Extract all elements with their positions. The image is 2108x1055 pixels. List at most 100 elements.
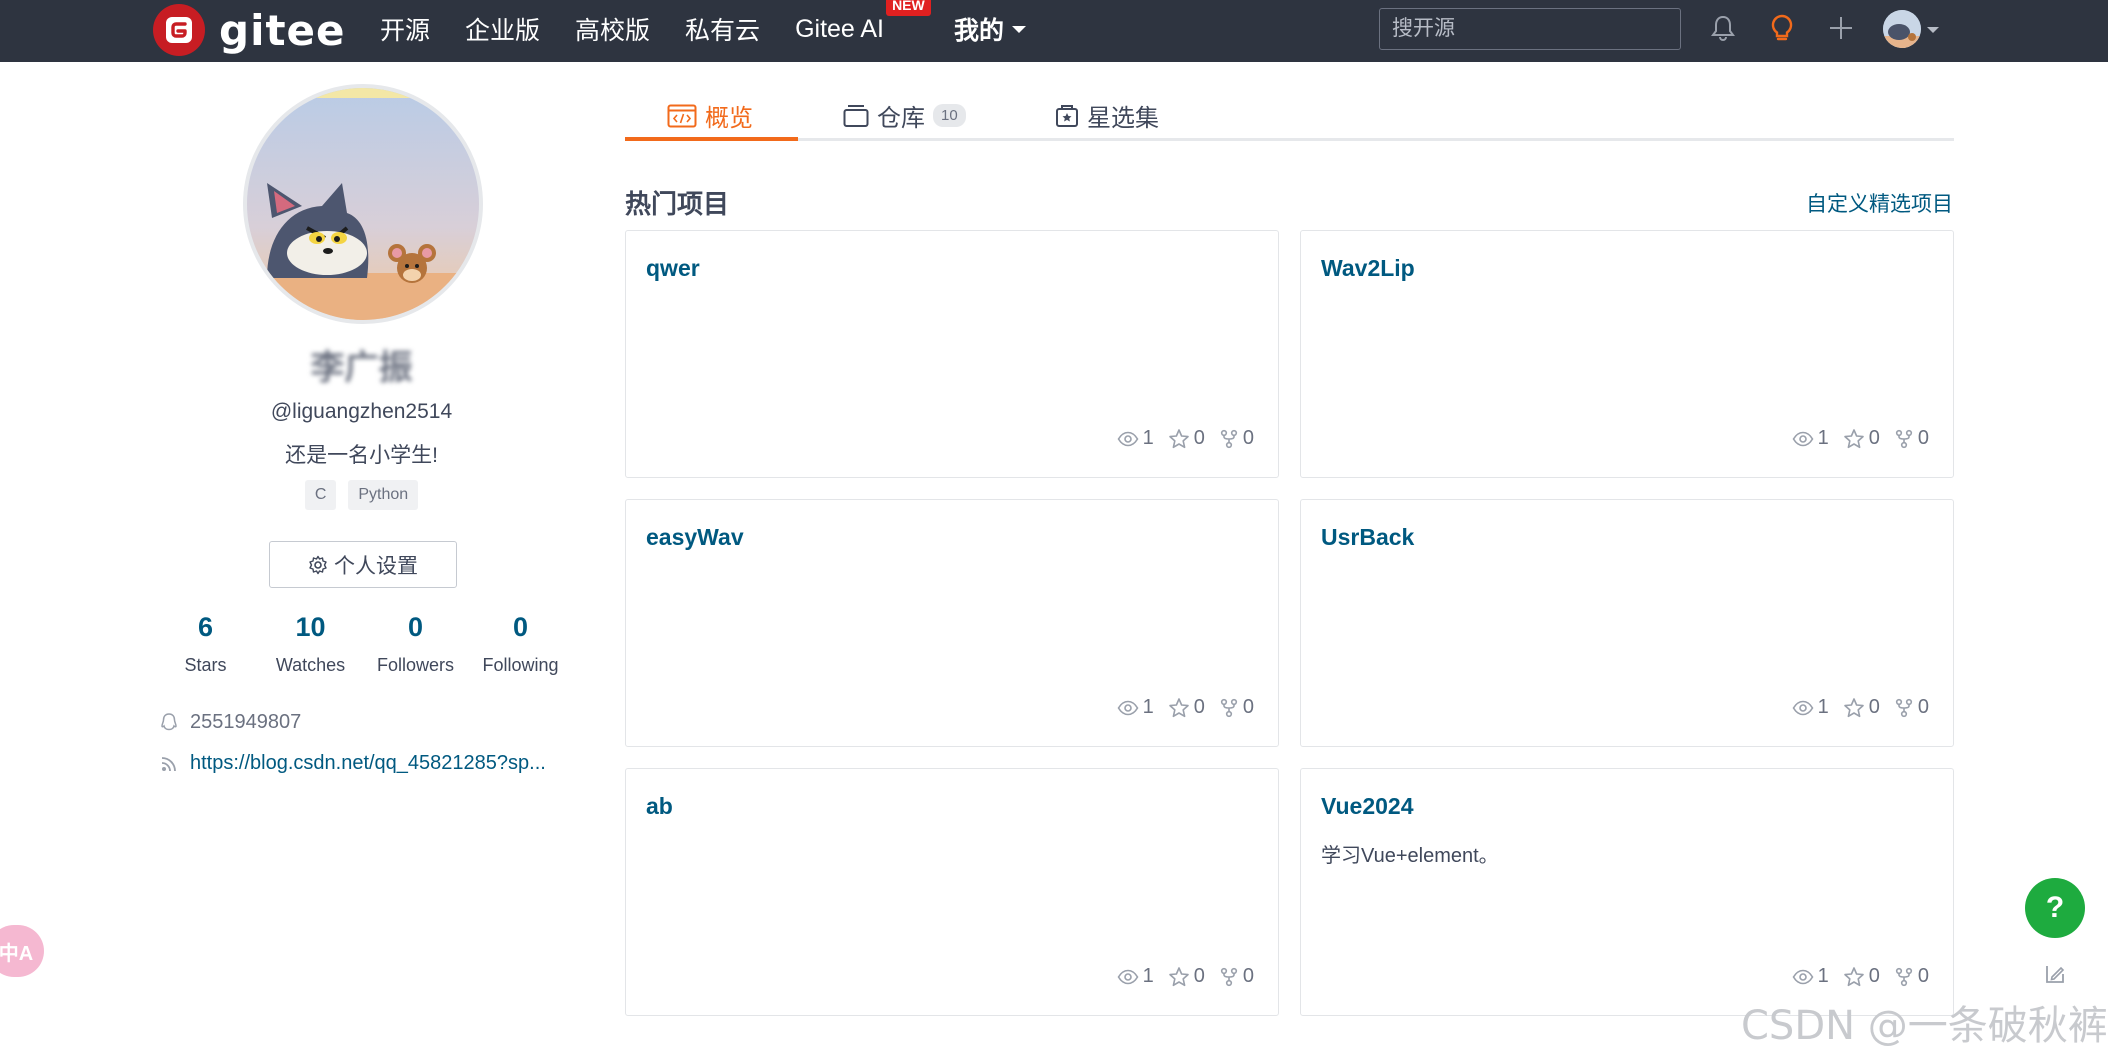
nav-gitee-ai[interactable]: Gitee AI NEW: [795, 0, 931, 44]
edit-note-icon: [2046, 966, 2065, 983]
tab-overview[interactable]: 概览: [667, 90, 753, 141]
stat-number: 0: [512, 612, 529, 642]
profile-bio: 还是一名小学生!: [285, 444, 438, 467]
stat-number: 6: [197, 612, 214, 642]
views-stat: 1: [1792, 965, 1829, 988]
views-count: 1: [1817, 965, 1829, 987]
translate-button[interactable]: 中A: [0, 925, 44, 977]
views-count: 1: [1142, 696, 1154, 718]
gitee-logo[interactable]: gitee: [153, 4, 346, 56]
project-card[interactable]: qwer 1 0 0: [625, 230, 1279, 478]
star-icon: [1843, 428, 1864, 448]
eye-icon: [1792, 431, 1814, 446]
top-navbar: gitee 开源 企业版 高校版 私有云 Gitee AI NEW 我的: [0, 0, 2108, 62]
views-stat: 1: [1792, 696, 1829, 719]
views-count: 1: [1142, 427, 1154, 449]
project-name[interactable]: Vue2024: [1321, 793, 1414, 820]
stars-count: 0: [1193, 427, 1205, 449]
language-tags: C Python: [240, 480, 483, 510]
qq-contact: 2551949807: [160, 711, 301, 734]
project-stats: 1 0 0: [1778, 427, 1929, 450]
search-input[interactable]: [1379, 8, 1681, 50]
language-tag[interactable]: C: [304, 480, 337, 510]
forks-count: 0: [1917, 696, 1929, 718]
stars-count: 0: [1193, 965, 1205, 987]
nav-gitee-ai-label: Gitee AI: [795, 14, 885, 43]
stat-label: Followers: [376, 655, 455, 675]
language-tag[interactable]: Python: [348, 480, 419, 510]
stat-watches[interactable]: 10 Watches: [258, 612, 363, 676]
project-name[interactable]: ab: [646, 793, 673, 820]
qq-icon: [161, 712, 177, 730]
stat-label: Stars: [184, 655, 227, 675]
views-count: 1: [1817, 427, 1829, 449]
fork-icon: [1220, 967, 1237, 986]
eye-icon: [1792, 700, 1814, 715]
project-stats: 1 0 0: [1103, 427, 1254, 450]
forks-stat: 0: [1219, 696, 1254, 719]
views-count: 1: [1142, 965, 1154, 987]
stat-stars[interactable]: 6 Stars: [153, 612, 258, 676]
avatar-caret-icon[interactable]: [1927, 27, 1939, 33]
stat-following[interactable]: 0 Following: [468, 612, 573, 676]
caret-down-icon: [1012, 25, 1027, 33]
nav-private-cloud[interactable]: 私有云: [685, 11, 760, 47]
nav-mine-dropdown[interactable]: 我的: [954, 11, 1027, 47]
project-card[interactable]: UsrBack 1 0 0: [1300, 499, 1954, 747]
rss-icon: [161, 756, 176, 771]
tab-repositories[interactable]: 仓库 10: [843, 90, 966, 141]
nav-enterprise[interactable]: 企业版: [465, 11, 540, 47]
forks-stat: 0: [1894, 427, 1929, 450]
eye-icon: [1117, 431, 1139, 446]
customize-featured-link[interactable]: 自定义精选项目: [1806, 188, 1953, 218]
gear-icon: [309, 555, 327, 574]
project-card[interactable]: easyWav 1 0 0: [625, 499, 1279, 747]
forks-count: 0: [1242, 696, 1254, 718]
views-stat: 1: [1117, 696, 1154, 719]
star-icon: [1168, 697, 1189, 717]
eye-icon: [1117, 969, 1139, 984]
star-icon: [1168, 428, 1189, 448]
tab-repositories-label: 仓库: [877, 105, 925, 132]
project-stats: 1 0 0: [1103, 965, 1254, 988]
tab-starred-label: 星选集: [1087, 105, 1159, 132]
eye-icon: [1792, 969, 1814, 984]
stat-label: Following: [482, 655, 559, 675]
code-window-icon: [667, 104, 697, 127]
avatar-cartoon-icon: [247, 88, 479, 320]
project-name[interactable]: Wav2Lip: [1321, 255, 1415, 282]
blog-link[interactable]: https://blog.csdn.net/qq_45821285?sp...: [160, 752, 546, 775]
nav-university[interactable]: 高校版: [575, 11, 650, 47]
project-name[interactable]: qwer: [646, 255, 700, 282]
forks-count: 0: [1242, 427, 1254, 449]
translate-icon: 中A: [0, 942, 34, 965]
stars-count: 0: [1868, 427, 1880, 449]
fork-icon: [1220, 698, 1237, 717]
blog-url: https://blog.csdn.net/qq_45821285?sp...: [190, 752, 546, 774]
repository-icon: [843, 104, 869, 127]
personal-settings-label: 个人设置: [334, 554, 418, 578]
tab-starred-collections[interactable]: 星选集: [1055, 90, 1159, 141]
project-name[interactable]: UsrBack: [1321, 524, 1414, 551]
stars-stat: 0: [1843, 965, 1880, 988]
project-card[interactable]: ab 1 0 0: [625, 768, 1279, 1016]
stars-count: 0: [1193, 696, 1205, 718]
project-card[interactable]: Vue2024 学习Vue+element。 1 0 0: [1300, 768, 1954, 1016]
project-stats: 1 0 0: [1103, 696, 1254, 719]
stat-followers[interactable]: 0 Followers: [363, 612, 468, 676]
nav-open-source[interactable]: 开源: [380, 11, 430, 47]
personal-settings-button[interactable]: 个人设置: [269, 541, 457, 588]
user-avatar-menu[interactable]: [1883, 10, 1921, 48]
project-card[interactable]: Wav2Lip 1 0 0: [1300, 230, 1954, 478]
project-name[interactable]: easyWav: [646, 524, 744, 551]
feedback-button[interactable]: [2033, 952, 2077, 996]
notification-bell-icon[interactable]: [1705, 10, 1741, 46]
main-nav: 开源 企业版 高校版 私有云 Gitee AI NEW 我的: [380, 0, 1061, 58]
project-stats: 1 0 0: [1778, 696, 1929, 719]
help-button[interactable]: ?: [2025, 878, 2085, 938]
avatar-image-icon: [1883, 10, 1921, 48]
lightbulb-icon[interactable]: [1764, 10, 1800, 46]
plus-icon[interactable]: [1823, 10, 1859, 46]
popular-projects-title: 热门项目: [625, 189, 730, 219]
fork-icon: [1895, 967, 1912, 986]
